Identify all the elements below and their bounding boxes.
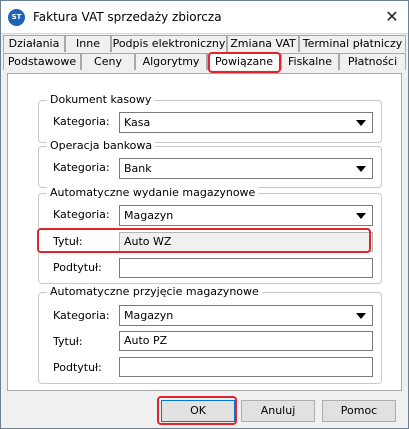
chevron-down-icon [356,313,366,319]
close-button[interactable]: ✕ [380,6,404,28]
app-logo-icon: ST [8,9,25,26]
receipt-title-label: Tytuł: [53,335,83,348]
tab-row-2: Podstawowe Ceny Algorytmy Powiązane Fisk… [1,53,408,70]
help-button[interactable]: Pomoc [322,400,396,422]
group-title-auto-receipt: Automatyczne przyjęcie magazynowe [47,285,262,298]
receipt-subtitle-label: Podtytuł: [53,361,102,374]
issue-category-value: Magazyn [124,209,174,222]
issue-title-label: Tytuł: [53,235,83,248]
tab-dzialania[interactable]: Działania [3,35,65,52]
group-cash-document: Dokument kasowy Kategoria: Kasa [38,93,382,143]
receipt-title-field[interactable]: Auto PZ [119,331,373,351]
tab-terminal-platniczy[interactable]: Terminal płatniczy [299,35,406,52]
bank-category-label: Kategoria: [53,161,110,174]
tab-row-1: Działania Inne Podpis elektroniczny Zmia… [1,35,408,52]
title-bar: ST Faktura VAT sprzedaży zbiorcza ✕ [1,1,408,34]
cash-category-label: Kategoria: [53,115,110,128]
window-title: Faktura VAT sprzedaży zbiorcza [33,10,222,24]
tab-podstawowe[interactable]: Podstawowe [3,53,81,70]
tab-zmiana-vat[interactable]: Zmiana VAT [227,35,299,52]
tab-powiazane[interactable]: Powiązane [207,53,281,70]
receipt-category-select[interactable]: Magazyn [119,305,373,326]
receipt-subtitle-field[interactable] [119,357,373,377]
tab-algorytmy[interactable]: Algorytmy [135,53,207,70]
receipt-category-label: Kategoria: [53,309,110,322]
chevron-down-icon [356,166,366,172]
tab-panel-powiazane: Dokument kasowy Kategoria: Kasa Operacja… [7,73,402,391]
ok-button[interactable]: OK [161,400,235,422]
bank-category-select[interactable]: Bank [119,158,373,179]
cash-category-value: Kasa [124,116,151,129]
cancel-button[interactable]: Anuluj [241,400,315,422]
bank-category-value: Bank [124,162,152,175]
group-title-bank-operation: Operacja bankowa [47,139,156,152]
group-bank-operation: Operacja bankowa Kategoria: Bank [38,139,382,188]
receipt-category-value: Magazyn [124,309,174,322]
chevron-down-icon [356,120,366,126]
tab-platnosci[interactable]: Płatności [339,53,406,70]
group-auto-issue: Automatyczne wydanie magazynowe Kategori… [38,186,382,284]
tab-ceny[interactable]: Ceny [81,53,135,70]
chevron-down-icon [356,213,366,219]
tab-podpis-elektroniczny[interactable]: Podpis elektroniczny [111,35,227,52]
issue-category-label: Kategoria: [53,208,110,221]
tab-inne[interactable]: Inne [65,35,111,52]
issue-title-field[interactable]: Auto WZ [119,232,373,252]
group-auto-receipt: Automatyczne przyjęcie magazynowe Katego… [38,285,382,384]
group-title-cash-document: Dokument kasowy [47,93,155,106]
close-icon: ✕ [385,7,399,26]
issue-subtitle-field[interactable] [119,258,373,278]
group-title-auto-issue: Automatyczne wydanie magazynowe [47,186,259,199]
cash-category-select[interactable]: Kasa [119,112,373,133]
issue-category-select[interactable]: Magazyn [119,205,373,226]
tab-fiskalne[interactable]: Fiskalne [281,53,339,70]
dialog-window: ST Faktura VAT sprzedaży zbiorcza ✕ Dzia… [0,0,409,429]
issue-subtitle-label: Podtytuł: [53,261,102,274]
